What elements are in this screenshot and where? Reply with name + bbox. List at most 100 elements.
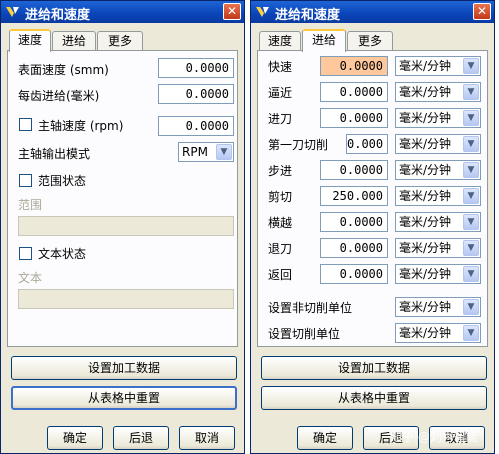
unit-value: 毫米/分钟 [399, 326, 452, 340]
reset-from-table-button[interactable]: 从表格中重置 [11, 386, 237, 410]
app-logo-icon [256, 7, 269, 17]
speed-tab-panel: 表面速度 (smm) 0.0000 每齿进给(毫米) 0.0000 主轴速度 (… [7, 50, 238, 347]
text-field [18, 289, 234, 309]
surface-speed-label: 表面速度 (smm) [18, 63, 109, 77]
feed-row-label: 快速 [268, 60, 293, 74]
app-logo-icon [6, 7, 19, 17]
ok-button[interactable]: 确定 [297, 426, 353, 450]
chevron-down-icon: ▼ [463, 325, 479, 341]
unit-value: 毫米/分钟 [399, 241, 452, 255]
cut-unit-label: 设置切削单位 [268, 327, 341, 341]
spindle-speed-checkbox[interactable] [19, 118, 32, 131]
range-label: 范围 [18, 198, 43, 212]
reset-from-table-button[interactable]: 从表格中重置 [261, 386, 487, 410]
traverse-unit-select[interactable]: 毫米/分钟 ▼ [395, 212, 481, 232]
close-button[interactable]: ✕ [473, 3, 491, 20]
unit-value: 毫米/分钟 [399, 300, 452, 314]
cut-feed-field[interactable]: 250.000 [320, 186, 388, 206]
retract-unit-select[interactable]: 毫米/分钟 ▼ [395, 238, 481, 258]
watermark: 知乎 @刘秀智能 [390, 430, 478, 444]
chevron-down-icon: ▼ [463, 84, 479, 100]
cut-unit-select[interactable]: 毫米/分钟 ▼ [395, 323, 481, 343]
rapid-unit-select[interactable]: 毫米/分钟 ▼ [395, 56, 481, 76]
close-icon: ✕ [226, 4, 238, 18]
text-status-checkbox[interactable] [19, 247, 32, 260]
title-bar: 进给和速度 ✕ [251, 1, 494, 23]
back-button[interactable]: 后退 [113, 426, 169, 450]
tab-feed[interactable]: 进给 [302, 29, 346, 52]
unit-value: 毫米/分钟 [399, 189, 452, 203]
first-cut-unit-select[interactable]: 毫米/分钟 ▼ [395, 134, 481, 154]
spindle-speed-field[interactable]: 0.0000 [158, 116, 234, 136]
cut-unit-select[interactable]: 毫米/分钟 ▼ [395, 186, 481, 206]
chevron-down-icon: ▼ [463, 110, 479, 126]
chevron-down-icon: ▼ [463, 214, 479, 230]
tab-more[interactable]: 更多 [347, 31, 393, 51]
engage-unit-select[interactable]: 毫米/分钟 ▼ [395, 108, 481, 128]
first-cut-feed-field[interactable]: 0.000 [346, 134, 388, 154]
engage-feed-field[interactable]: 0.0000 [320, 108, 388, 128]
unit-value: 毫米/分钟 [399, 85, 452, 99]
chevron-down-icon: ▼ [463, 136, 479, 152]
return-feed-field[interactable]: 0.0000 [320, 264, 388, 284]
feed-row-label: 第一刀切削 [268, 138, 329, 152]
retract-feed-field[interactable]: 0.0000 [320, 238, 388, 258]
unit-value: 毫米/分钟 [399, 59, 452, 73]
feed-row-label: 退刀 [268, 242, 293, 256]
range-field [18, 216, 234, 236]
dialog-title: 进给和速度 [275, 8, 341, 23]
cancel-button[interactable]: 取消 [179, 426, 235, 450]
approach-unit-select[interactable]: 毫米/分钟 ▼ [395, 82, 481, 102]
feed-row-label: 返回 [268, 268, 293, 282]
text-label: 文本 [18, 271, 43, 285]
unit-value: 毫米/分钟 [399, 137, 452, 151]
rapid-feed-field[interactable]: 0.0000 [320, 56, 388, 76]
spindle-mode-value: RPM [182, 145, 208, 159]
spindle-speed-label: 主轴速度 (rpm) [38, 119, 124, 133]
unit-value: 毫米/分钟 [399, 267, 452, 281]
feed-row-label: 进刀 [268, 112, 293, 126]
tab-feed[interactable]: 进给 [52, 31, 96, 51]
unit-value: 毫米/分钟 [399, 215, 452, 229]
feed-row-label: 逼近 [268, 86, 293, 100]
noncut-unit-select[interactable]: 毫米/分钟 ▼ [395, 297, 481, 317]
stepover-unit-select[interactable]: 毫米/分钟 ▼ [395, 160, 481, 180]
set-machining-data-button[interactable]: 设置加工数据 [11, 356, 237, 380]
stepover-feed-field[interactable]: 0.0000 [320, 160, 388, 180]
chevron-down-icon: ▼ [216, 144, 232, 160]
range-status-label: 范围状态 [38, 174, 87, 188]
range-status-checkbox[interactable] [19, 174, 32, 187]
chevron-down-icon: ▼ [463, 299, 479, 315]
close-button[interactable]: ✕ [223, 3, 241, 20]
chevron-down-icon: ▼ [463, 58, 479, 74]
spindle-mode-label: 主轴输出模式 [18, 147, 91, 161]
set-machining-data-button[interactable]: 设置加工数据 [261, 356, 487, 380]
feed-tab-panel: 快速 0.0000 毫米/分钟 ▼ 逼近 0.0000 毫米/分钟 ▼ 进刀 0.0… [257, 50, 488, 347]
title-bar: 进给和速度 ✕ [1, 1, 244, 23]
feed-per-tooth-label: 每齿进给(毫米) [18, 89, 100, 103]
return-unit-select[interactable]: 毫米/分钟 ▼ [395, 264, 481, 284]
feed-row-label: 剪切 [268, 190, 293, 204]
feeds-speeds-dialog-speed: 进给和速度 ✕ 速度 进给 更多 表面速度 (smm) 0.0000 每齿进给(… [0, 0, 245, 454]
chevron-down-icon: ▼ [463, 240, 479, 256]
tab-speed[interactable]: 速度 [259, 31, 301, 51]
feed-row-label: 横越 [268, 216, 293, 230]
unit-value: 毫米/分钟 [399, 163, 452, 177]
chevron-down-icon: ▼ [463, 266, 479, 282]
ok-button[interactable]: 确定 [47, 426, 103, 450]
spindle-mode-select[interactable]: RPM ▼ [178, 142, 234, 162]
surface-speed-field[interactable]: 0.0000 [158, 58, 234, 78]
tab-more[interactable]: 更多 [97, 31, 143, 51]
unit-value: 毫米/分钟 [399, 111, 452, 125]
tab-speed[interactable]: 速度 [9, 29, 51, 52]
feed-per-tooth-field[interactable]: 0.0000 [158, 84, 234, 104]
traverse-feed-field[interactable]: 0.0000 [320, 212, 388, 232]
dialog-title: 进给和速度 [25, 8, 91, 23]
approach-feed-field[interactable]: 0.0000 [320, 82, 388, 102]
noncut-unit-label: 设置非切削单位 [268, 301, 353, 315]
text-status-label: 文本状态 [38, 247, 87, 261]
feeds-speeds-dialog-feed: 进给和速度 ✕ 速度 进给 更多 快速 0.0000 毫米/分钟 ▼ 逼近 0.0… [250, 0, 495, 454]
feed-row-label: 步进 [268, 164, 293, 178]
chevron-down-icon: ▼ [463, 162, 479, 178]
close-icon: ✕ [476, 4, 488, 18]
